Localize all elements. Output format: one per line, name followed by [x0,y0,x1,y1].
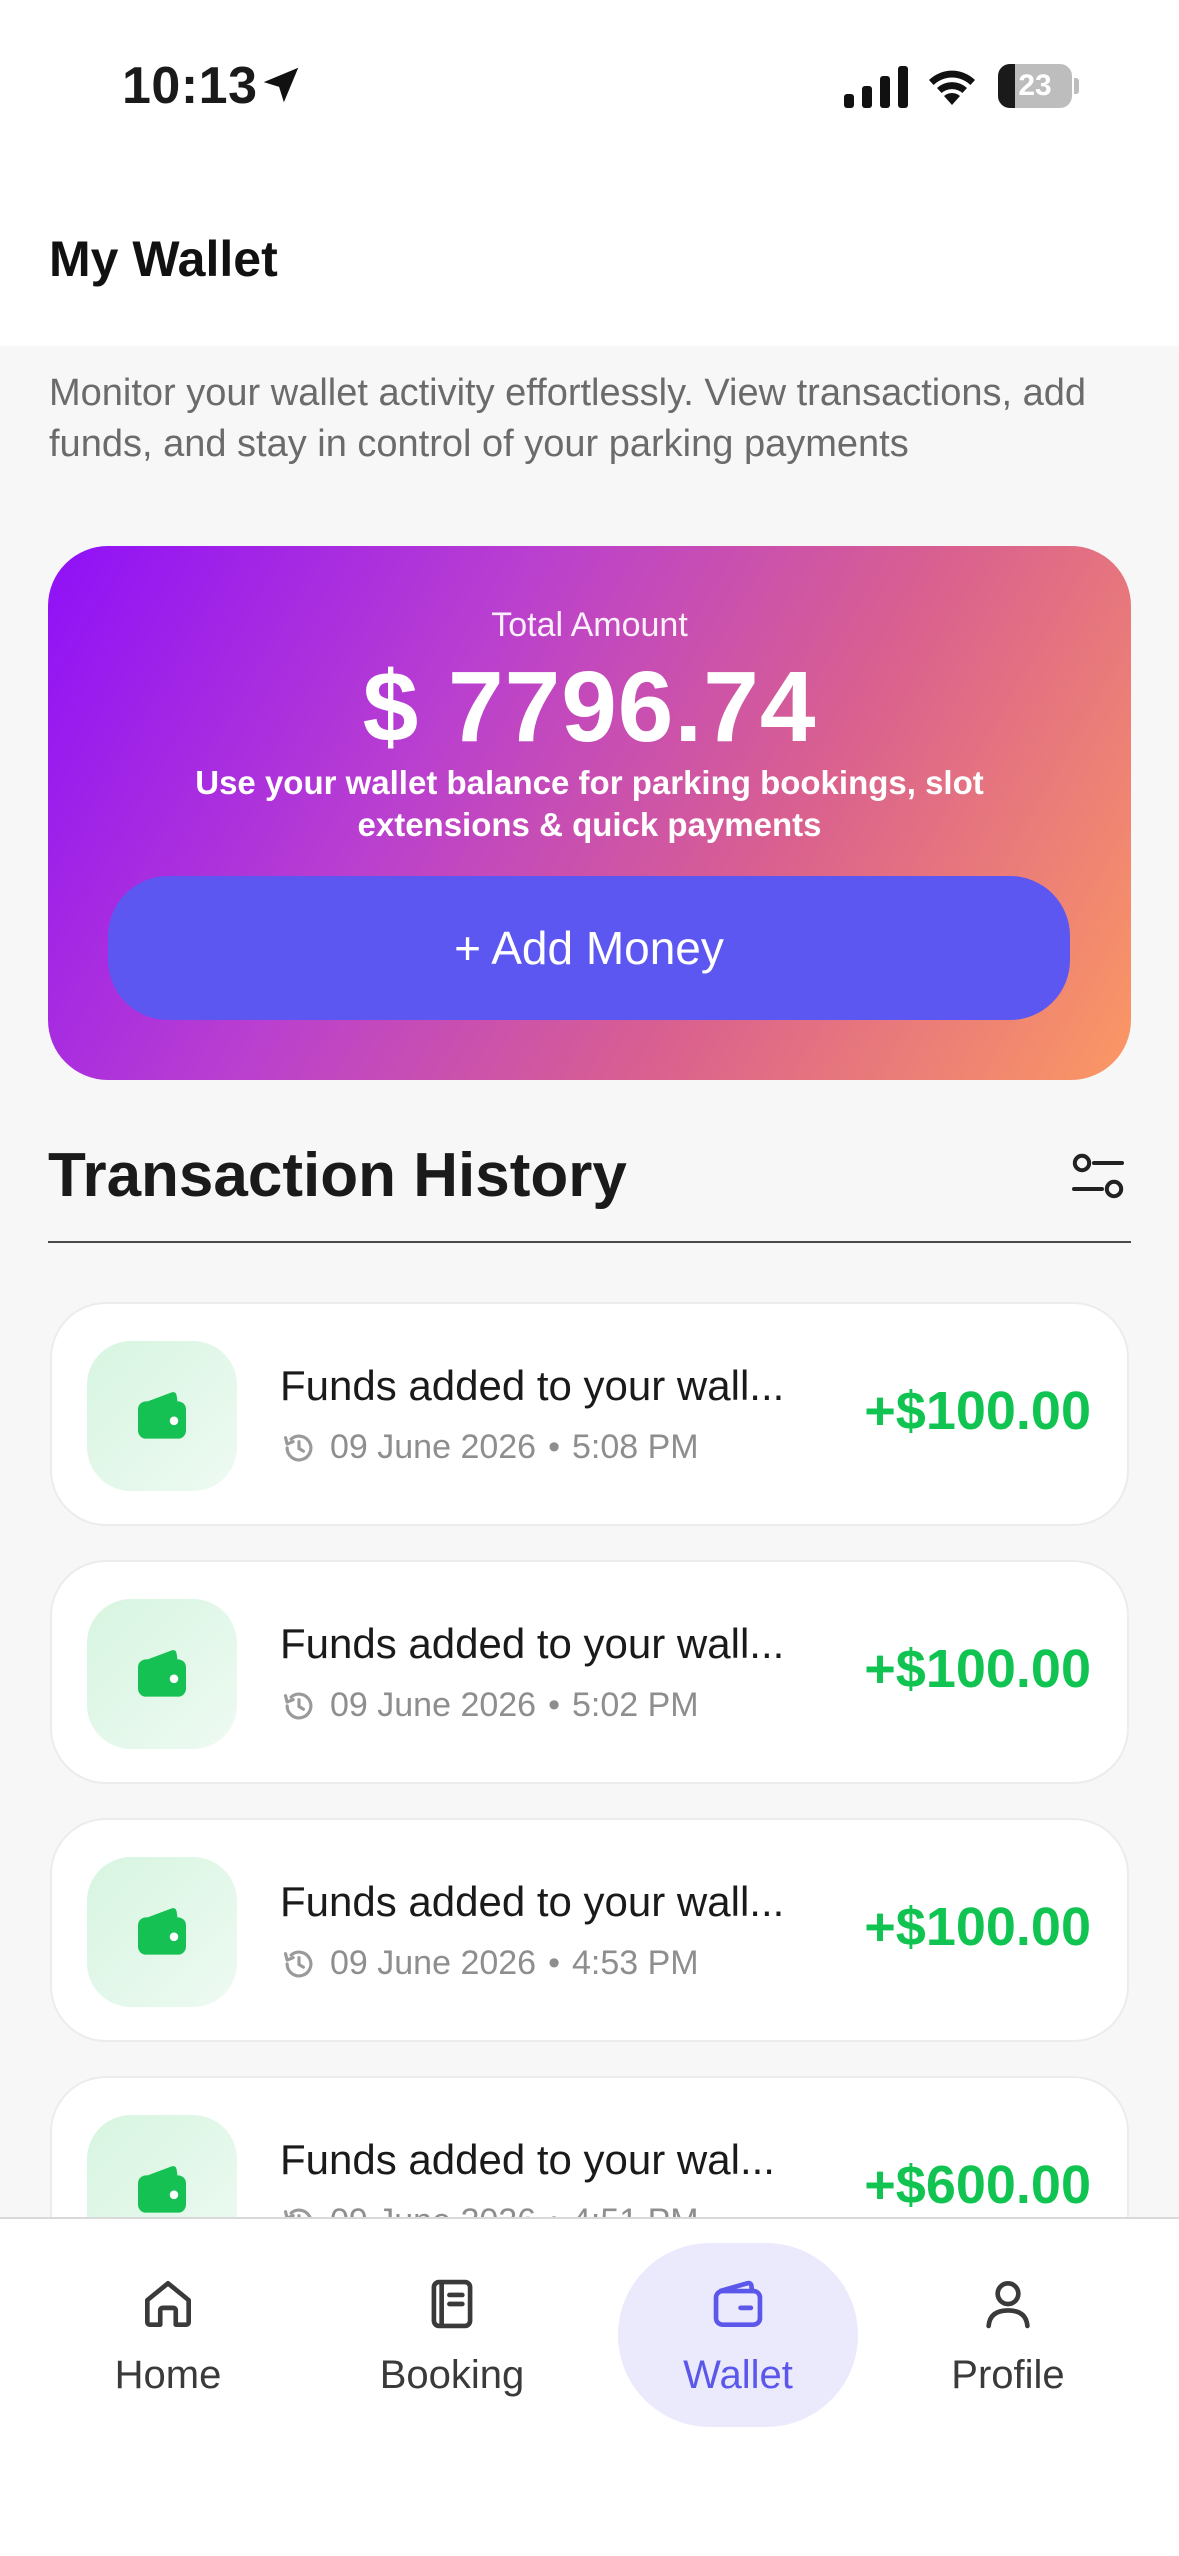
status-bar: 10:13 23 [0,0,1179,170]
transaction-amount: +$100.00 [864,1639,1091,1699]
wallet-icon [138,1392,186,1439]
history-clock-icon [283,2208,312,2217]
transaction-list[interactable]: Funds added to your wall... 09 June 2026… [0,1290,1179,2217]
meta-separator: • [548,2202,560,2217]
nav-item-wallet[interactable]: Wallet [618,2243,858,2427]
status-time: 10:13 [122,57,258,115]
transaction-time: 4:51 PM [572,2202,699,2217]
battery-percentage: 23 [1018,69,1052,102]
transaction-title: Funds added to your wal... [280,2136,775,2183]
page-title: My Wallet [49,231,278,287]
wallet-icon [138,1908,186,1955]
nav-item-booking[interactable]: Booking [332,2243,572,2427]
wallet-usage-note: Use your wallet balance for parking book… [195,764,984,843]
nav-label-booking: Booking [379,2353,525,2397]
add-money-button[interactable]: + Add Money [108,876,1070,1020]
history-clock-icon [283,1950,313,1977]
wallet-balance-card: Total Amount $ 7796.74 Use your wallet b… [48,546,1131,1080]
transaction-item[interactable]: Funds added to your wal... 09 June 2026 … [50,2076,1129,2217]
filter-icon[interactable] [1070,1152,1126,1202]
battery-indicator: 23 [998,64,1079,108]
booking-icon [431,2279,473,2329]
transaction-icon-box [87,2115,237,2217]
total-amount-label: Total Amount [491,606,688,644]
transaction-title: Funds added to your wall... [280,1362,785,1409]
nav-item-profile[interactable]: Profile [888,2243,1128,2427]
transaction-time: 4:53 PM [571,1944,699,1982]
nav-item-home[interactable]: Home [48,2243,288,2427]
wifi-icon [929,70,975,105]
profile-icon [986,2281,1030,2329]
wallet-icon [138,1650,186,1697]
wallet-icon [138,2166,186,2213]
transaction-meta: 09 June 2026 • 5:08 PM [280,1428,699,1467]
total-amount-value: $ 7796.74 [362,651,817,763]
transaction-title: Funds added to your wall... [280,1620,785,1667]
transaction-date: 09 June 2026 [330,1686,537,1724]
transaction-meta: 09 June 2026 • 4:51 PM [280,2202,699,2217]
wallet-icon [713,2280,763,2327]
transaction-time: 5:08 PM [571,1428,699,1466]
page-description: Monitor your wallet activity effortlessl… [49,372,1087,465]
transaction-amount: +$100.00 [864,1897,1091,1957]
location-arrow-icon [263,67,299,103]
bottom-navigation: Home Booking Wallet Profile [0,2217,1179,2556]
nav-label-home: Home [114,2353,222,2397]
transaction-amount: +$600.00 [864,2155,1091,2215]
history-clock-icon [283,1692,313,1719]
transaction-date: 09 June 2026 [330,1428,537,1466]
transaction-icon-box [87,1599,237,1749]
meta-separator: • [548,1944,560,1982]
transaction-title: Funds added to your wall... [280,1878,785,1925]
nav-label-wallet: Wallet [683,2353,793,2397]
transaction-item[interactable]: Funds added to your wall... 09 June 2026… [50,1302,1129,1526]
transaction-meta: 09 June 2026 • 4:53 PM [280,1944,699,1983]
history-clock-icon [283,1434,313,1461]
home-icon [145,2281,191,2327]
page-header: My Wallet [0,170,1179,346]
transaction-item[interactable]: Funds added to your wall... 09 June 2026… [50,1560,1129,1784]
transaction-meta: 09 June 2026 • 5:02 PM [280,1686,699,1725]
meta-separator: • [548,1428,560,1466]
history-divider [48,1241,1131,1243]
transaction-item[interactable]: Funds added to your wall... 09 June 2026… [50,1818,1129,2042]
nav-label-profile: Profile [951,2353,1065,2397]
transaction-time: 5:02 PM [571,1686,699,1724]
transaction-date: 09 June 2026 [330,2202,536,2217]
transaction-icon-box [87,1857,237,2007]
transaction-history-title: Transaction History [48,1141,627,1210]
meta-separator: • [548,1686,560,1724]
transaction-date: 09 June 2026 [330,1944,537,1982]
transaction-amount: +$100.00 [864,1381,1091,1441]
transaction-icon-box [87,1341,237,1491]
cellular-signal-icon [844,66,908,108]
